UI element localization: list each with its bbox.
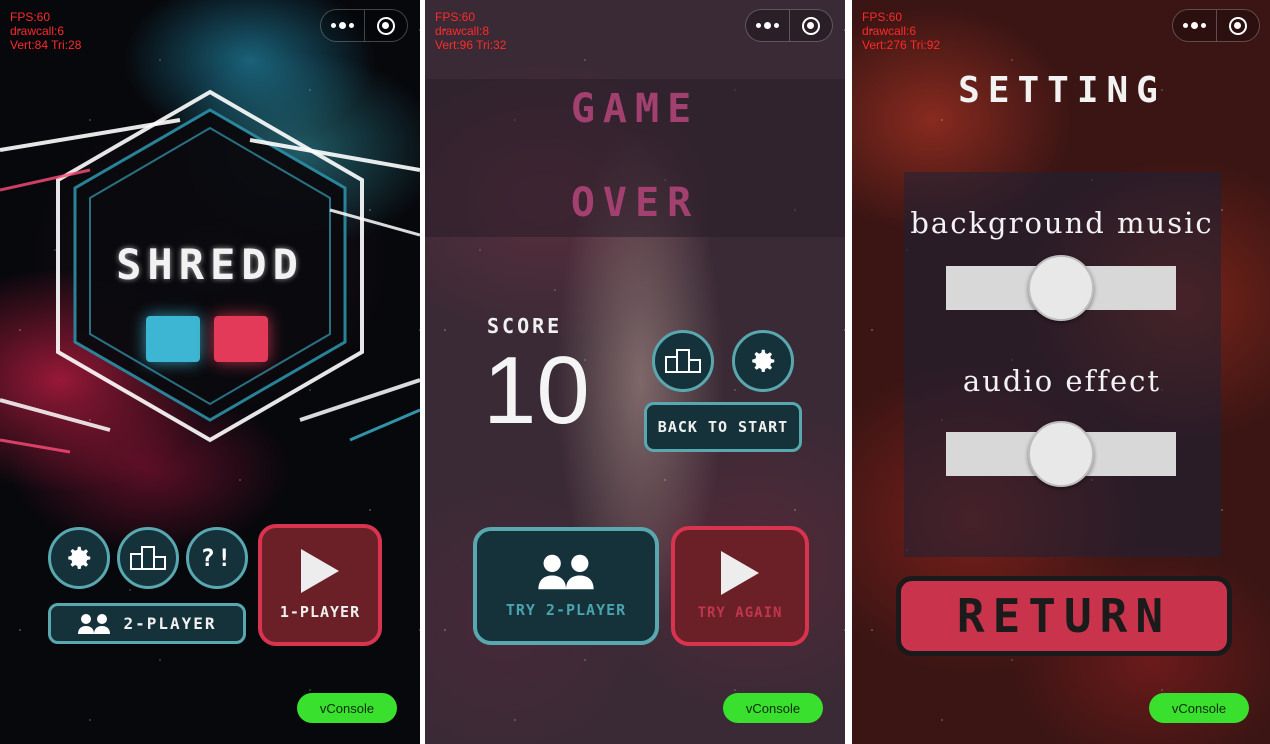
more-menu-button[interactable] — [746, 10, 790, 41]
fps-readout: FPS:60 — [435, 10, 476, 24]
dot-icon — [763, 22, 771, 29]
try-two-player-button[interactable]: TRY 2-PLAYER — [473, 527, 659, 645]
vertex-readout: Vert:84 Tri:28 — [10, 38, 82, 52]
score-value: 10 — [483, 337, 590, 444]
leaderboard-button[interactable] — [652, 330, 714, 392]
target-icon — [1228, 16, 1247, 35]
try-again-label: TRY AGAIN — [697, 605, 783, 621]
fps-readout: FPS:60 — [862, 10, 903, 24]
dot-icon — [338, 22, 346, 29]
return-button[interactable]: RETURN — [896, 576, 1232, 656]
target-icon — [801, 16, 820, 35]
two-users-icon — [78, 613, 111, 634]
red-square-logo — [214, 316, 268, 362]
one-player-label: 1-PLAYER — [279, 603, 361, 621]
help-button[interactable]: ?! — [186, 527, 248, 589]
debug-overlay: FPS:60 drawcall:6 Vert:276 Tri:92 — [862, 10, 940, 52]
vertex-readout: Vert:276 Tri:92 — [862, 38, 941, 52]
vertex-readout: Vert:96 Tri:32 — [435, 38, 507, 52]
dot-icon — [755, 23, 761, 28]
miniprogram-capsule — [1172, 9, 1260, 42]
blue-square-logo — [146, 316, 200, 362]
settings-button[interactable] — [48, 527, 110, 589]
game-over-screen: FPS:60 drawcall:8 Vert:96 Tri:32 GAME OV… — [425, 0, 845, 744]
close-miniprogram-button[interactable] — [790, 10, 833, 41]
more-menu-button[interactable] — [1173, 10, 1217, 41]
gear-icon — [68, 546, 91, 569]
settings-screen: FPS:60 drawcall:6 Vert:276 Tri:92 SETTIN… — [852, 0, 1270, 744]
background-music-slider[interactable] — [946, 255, 1176, 321]
drawcall-readout: drawcall:8 — [435, 24, 490, 38]
close-miniprogram-button[interactable] — [1217, 10, 1260, 41]
try-again-button[interactable]: TRY AGAIN — [671, 526, 809, 646]
leaderboard-button[interactable] — [117, 527, 179, 589]
target-icon — [376, 16, 395, 35]
dot-icon — [330, 23, 336, 28]
two-player-label: 2-PLAYER — [123, 614, 217, 633]
miniprogram-capsule — [745, 9, 833, 42]
try-two-player-label: TRY 2-PLAYER — [505, 601, 627, 619]
vconsole-button[interactable]: vConsole — [1149, 693, 1249, 723]
podium-icon — [130, 546, 166, 570]
podium-icon — [665, 349, 701, 373]
two-users-icon — [538, 554, 594, 590]
gear-icon — [752, 349, 775, 372]
game-over-title-line1: GAME — [570, 86, 700, 132]
dot-icon — [1200, 23, 1206, 28]
drawcall-readout: drawcall:6 — [10, 24, 65, 38]
debug-overlay: FPS:60 drawcall:8 Vert:96 Tri:32 — [435, 10, 506, 52]
game-over-title-line2: OVER — [570, 180, 700, 226]
settings-title: SETTING — [958, 70, 1166, 111]
play-icon — [301, 549, 339, 593]
vconsole-button[interactable]: vConsole — [297, 693, 397, 723]
background-music-slider-knob[interactable] — [1028, 255, 1094, 321]
vconsole-button[interactable]: vConsole — [723, 693, 823, 723]
play-icon — [721, 551, 759, 595]
dot-icon — [1190, 22, 1198, 29]
main-menu-screen: FPS:60 drawcall:6 Vert:84 Tri:28 SHREDD … — [0, 0, 420, 744]
back-to-start-button[interactable]: BACK TO START — [644, 402, 802, 452]
background-music-label: background music — [910, 206, 1214, 240]
game-logo-title: SHREDD — [116, 240, 304, 289]
score-label: SCORE — [487, 314, 563, 338]
dot-icon — [348, 23, 354, 28]
dot-icon — [773, 23, 779, 28]
two-player-button[interactable]: 2-PLAYER — [48, 603, 246, 644]
audio-effect-slider-knob[interactable] — [1028, 421, 1094, 487]
audio-effect-slider[interactable] — [946, 421, 1176, 487]
settings-button[interactable] — [732, 330, 794, 392]
one-player-button[interactable]: 1-PLAYER — [258, 524, 382, 646]
debug-overlay: FPS:60 drawcall:6 Vert:84 Tri:28 — [10, 10, 81, 52]
drawcall-readout: drawcall:6 — [862, 24, 917, 38]
more-menu-button[interactable] — [321, 10, 365, 41]
close-miniprogram-button[interactable] — [365, 10, 408, 41]
audio-effect-label: audio effect — [962, 364, 1162, 398]
fps-readout: FPS:60 — [10, 10, 51, 24]
miniprogram-capsule — [320, 9, 408, 42]
help-icon: ?! — [200, 544, 234, 572]
dot-icon — [1182, 23, 1188, 28]
